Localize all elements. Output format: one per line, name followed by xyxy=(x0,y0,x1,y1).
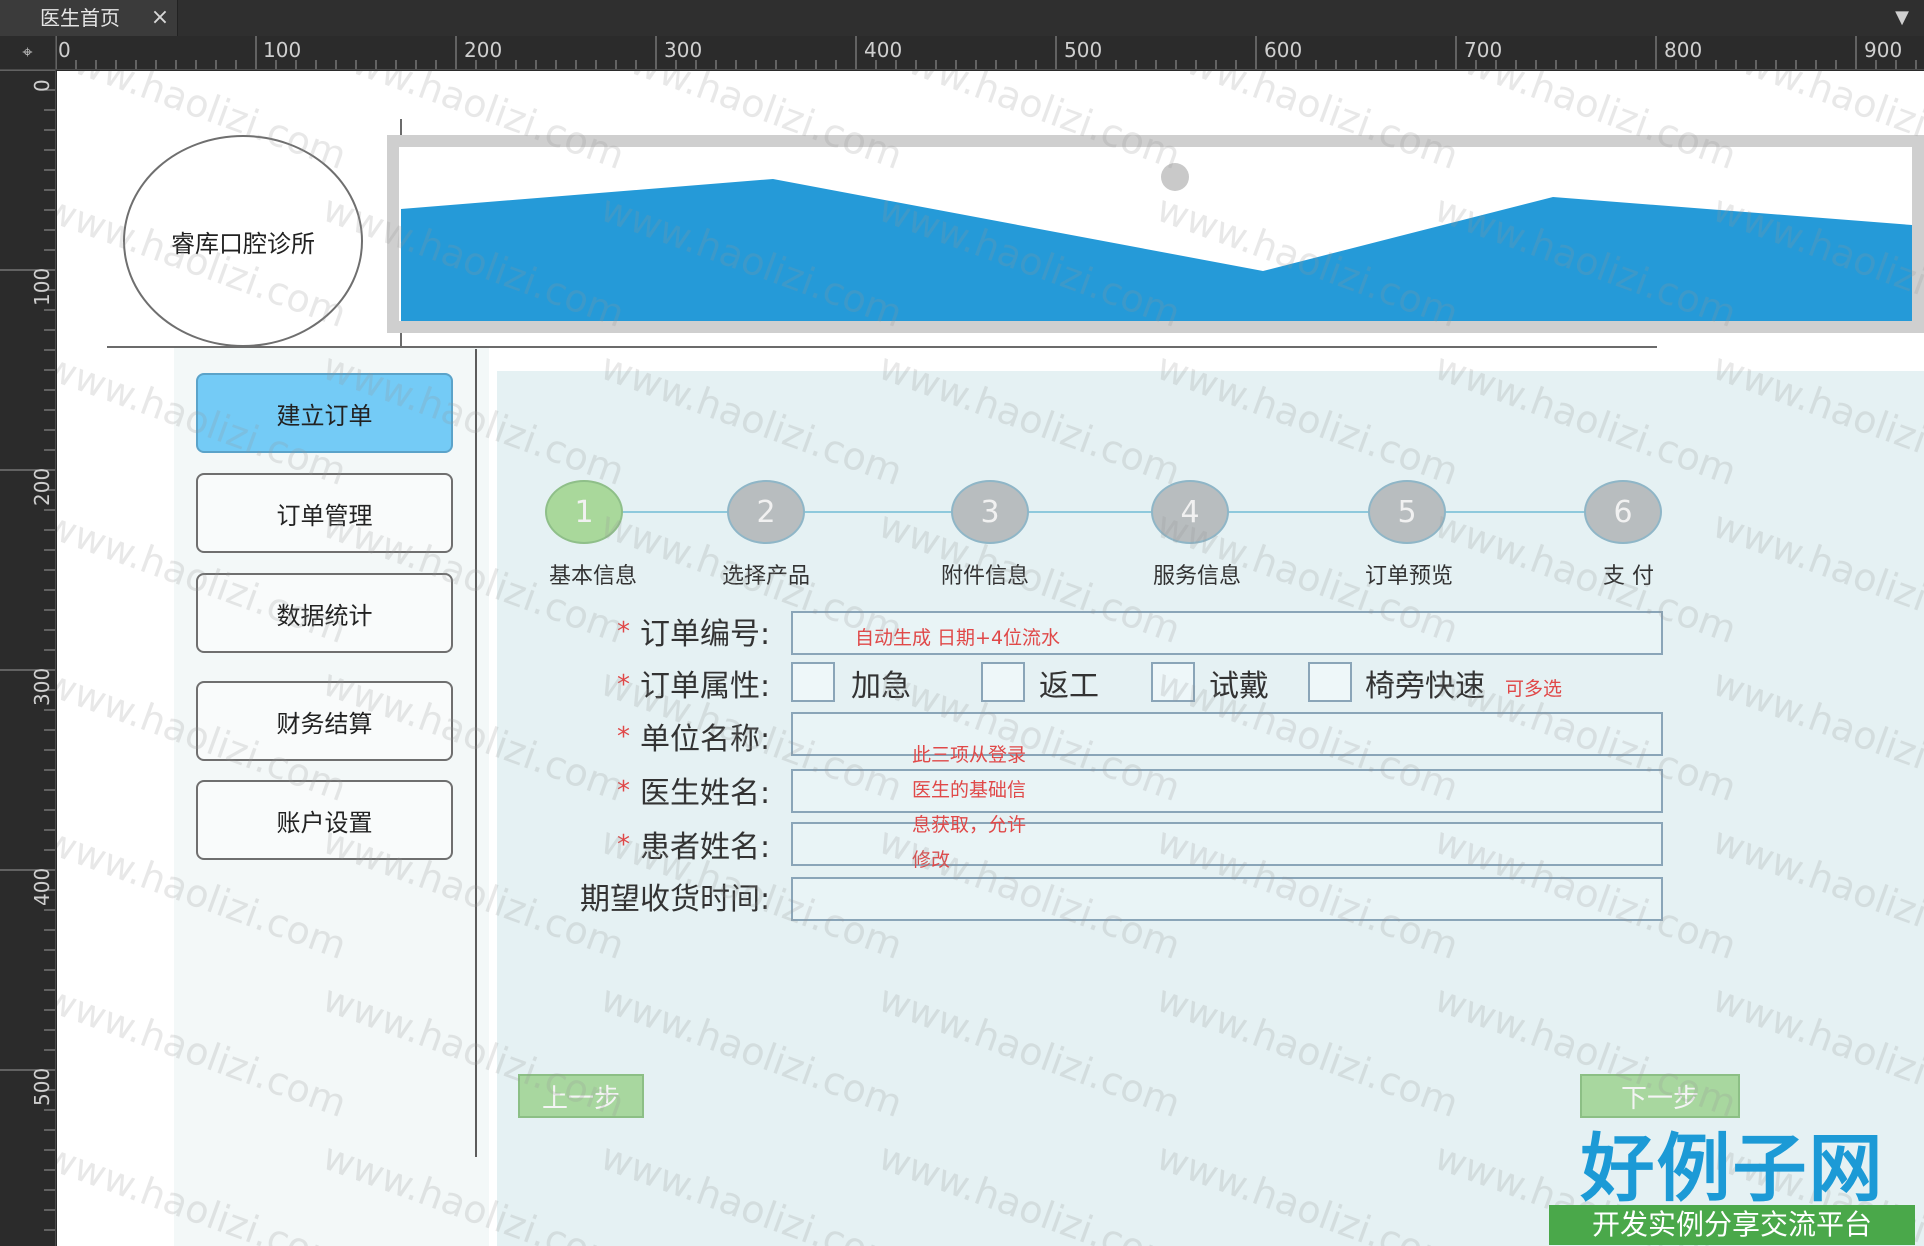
order-no-label: 订单编号: xyxy=(640,617,771,652)
sidebar-item-account-settings[interactable]: 账户设置 xyxy=(196,780,453,860)
step-1[interactable]: 1 xyxy=(545,480,623,544)
ruler-label: 0 xyxy=(30,79,54,92)
site-logo-subtitle: 开发实例分享交流平台 xyxy=(1549,1205,1915,1245)
step-label: 基本信息 xyxy=(549,564,638,589)
sidebar-item-create-order[interactable]: 建立订单 xyxy=(196,373,453,453)
ruler-label: 100 xyxy=(263,38,302,62)
divider xyxy=(475,349,477,1157)
expected-time-field[interactable] xyxy=(791,877,1663,921)
landscape-image-icon xyxy=(401,163,1912,321)
ruler-label: 500 xyxy=(1064,38,1103,62)
step-3[interactable]: 3 xyxy=(951,480,1029,544)
ruler-vertical: 0 100 200 300 400 500 xyxy=(0,70,56,1246)
clinic-logo: 睿库口腔诊所 xyxy=(123,135,363,347)
required-mark: * xyxy=(617,776,630,806)
banner-image xyxy=(387,135,1924,333)
ruler-horizontal: 0 100 200 300 400 500 600 700 800 900 xyxy=(56,36,1924,70)
crosshair-icon[interactable]: ⌖ xyxy=(0,36,56,70)
required-mark: * xyxy=(617,617,630,647)
step-label: 支 付 xyxy=(1603,564,1654,589)
chevron-down-icon[interactable]: ▼ xyxy=(1890,0,1914,36)
ruler-label: 600 xyxy=(1264,38,1303,62)
close-icon[interactable]: × xyxy=(148,0,172,36)
autofill-note-line: 修改 xyxy=(912,849,951,871)
step-6[interactable]: 6 xyxy=(1584,480,1662,544)
order-no-note: 自动生成 日期+4位流水 xyxy=(855,627,1061,649)
autofill-note-line: 医生的基础信 xyxy=(912,779,1027,801)
try-on-label: 试戴 xyxy=(1209,669,1269,704)
sidebar-item-order-management[interactable]: 订单管理 xyxy=(196,473,453,553)
step-label: 附件信息 xyxy=(941,564,1030,589)
site-logo: 好例子网 开发实例分享交流平台 xyxy=(1541,1109,1924,1246)
ruler-label: 300 xyxy=(664,38,703,62)
urgent-checkbox[interactable] xyxy=(791,662,835,702)
required-mark: * xyxy=(617,722,630,752)
required-mark: * xyxy=(617,830,630,860)
ruler-label: 300 xyxy=(30,667,54,706)
ruler-label: 100 xyxy=(30,267,54,306)
urgent-label: 加急 xyxy=(851,669,911,704)
sidebar-item-statistics[interactable]: 数据统计 xyxy=(196,573,453,653)
step-label: 服务信息 xyxy=(1153,564,1242,589)
ruler-label: 400 xyxy=(864,38,903,62)
chairside-express-checkbox[interactable] xyxy=(1308,662,1352,702)
try-on-checkbox[interactable] xyxy=(1151,662,1195,702)
expected-time-label: 期望收货时间: xyxy=(580,882,771,917)
ruler-label: 0 xyxy=(58,38,71,62)
autofill-note-line: 此三项从登录 xyxy=(912,744,1027,766)
unit-name-label: 单位名称: xyxy=(640,722,771,757)
ruler-top-ticks xyxy=(56,36,1917,69)
required-mark: * xyxy=(617,670,630,700)
step-4[interactable]: 4 xyxy=(1151,480,1229,544)
design-canvas: 睿库口腔诊所 建立订单 订单管理 数据统计 财务结算 账户设置 1 2 3 4 … xyxy=(57,71,1924,1246)
clinic-name: 睿库口腔诊所 xyxy=(171,229,315,258)
chairside-express-label: 椅旁快速 xyxy=(1365,669,1485,704)
step-label: 订单预览 xyxy=(1365,564,1454,589)
doctor-name-label: 医生姓名: xyxy=(640,776,771,811)
step-5[interactable]: 5 xyxy=(1368,480,1446,544)
ruler-label: 400 xyxy=(30,867,54,906)
step-2[interactable]: 2 xyxy=(727,480,805,544)
patient-name-label: 患者姓名: xyxy=(640,830,771,865)
sidebar-item-finance[interactable]: 财务结算 xyxy=(196,681,453,761)
ruler-label: 200 xyxy=(30,467,54,506)
ruler-label: 200 xyxy=(464,38,503,62)
order-attr-label: 订单属性: xyxy=(640,669,771,704)
site-logo-title: 好例子网 xyxy=(1580,1126,1885,1212)
tab-bar xyxy=(0,0,1924,36)
multi-select-note: 可多选 xyxy=(1505,678,1563,700)
step-label: 选择产品 xyxy=(722,564,811,589)
rework-checkbox[interactable] xyxy=(981,662,1025,702)
prev-step-button[interactable]: 上一步 xyxy=(518,1074,644,1118)
ruler-label: 900 xyxy=(1864,38,1903,62)
rework-label: 返工 xyxy=(1039,669,1099,704)
ruler-label: 500 xyxy=(30,1067,54,1106)
ruler-label: 800 xyxy=(1664,38,1703,62)
autofill-note-line: 息获取，允许 xyxy=(912,814,1027,836)
ruler-label: 700 xyxy=(1464,38,1503,62)
